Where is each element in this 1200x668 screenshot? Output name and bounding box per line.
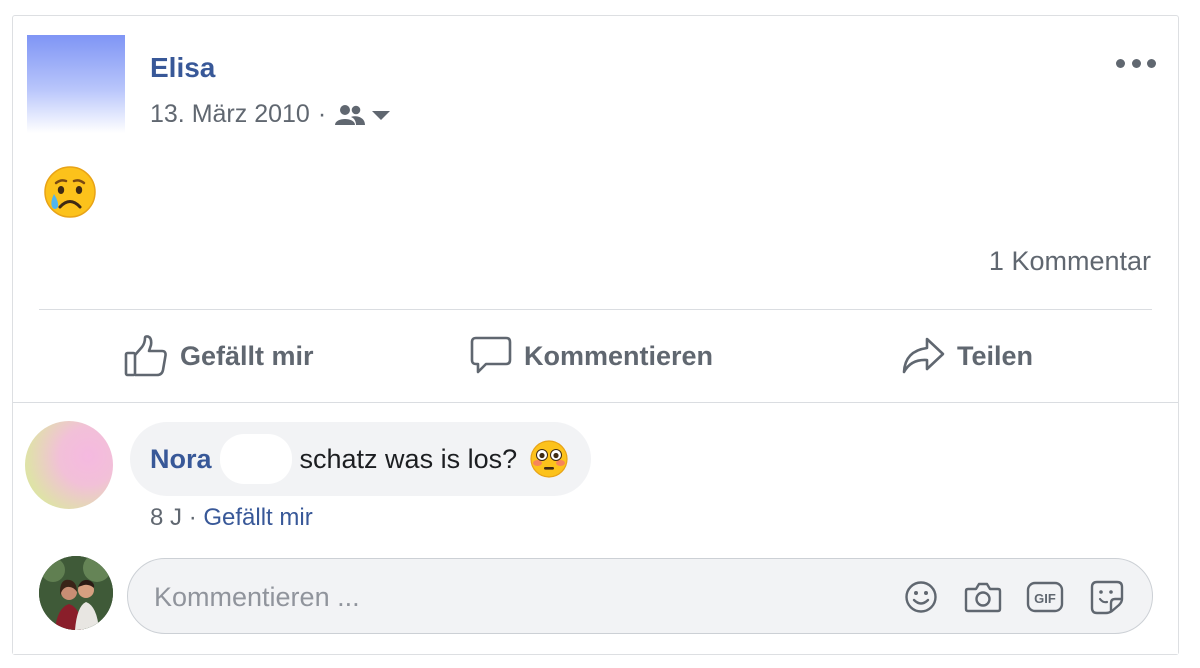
sticker-icon xyxy=(1090,580,1124,615)
gif-icon: GIF xyxy=(1026,581,1064,613)
commenter-avatar[interactable] xyxy=(25,421,113,509)
comment-bubble: Nora schatz was is los? xyxy=(130,422,592,496)
share-label: Teilen xyxy=(957,340,1034,371)
comment-composer: GIF xyxy=(127,558,1153,634)
flushed-face-icon xyxy=(530,440,568,478)
friends-icon xyxy=(335,104,366,125)
share-arrow-icon xyxy=(902,337,945,374)
comment-input[interactable] xyxy=(152,573,876,621)
chevron-down-icon xyxy=(372,110,391,120)
comments-section: Nora schatz was is los? 8 J · Gefällt mi… xyxy=(13,402,1178,654)
dot-icon xyxy=(1131,58,1141,68)
post-meta: 13. März 2010 · xyxy=(150,100,392,129)
meta-separator: · xyxy=(317,100,327,128)
emoji-button[interactable] xyxy=(902,578,940,616)
comment-label: Kommentieren xyxy=(524,340,714,371)
comment-meta: 8 J · Gefällt mir xyxy=(150,504,313,532)
profile-photo xyxy=(39,556,113,630)
post-card: Elisa 13. März 2010 · 1 Kommentar Gefäll… xyxy=(12,15,1179,655)
camera-icon xyxy=(964,582,1002,613)
thumbs-up-icon xyxy=(124,335,167,377)
gif-button[interactable]: GIF xyxy=(1026,578,1064,616)
audience-selector[interactable] xyxy=(334,104,392,126)
photo-button[interactable] xyxy=(964,578,1002,616)
comment-count[interactable]: 1 Kommentar xyxy=(989,246,1151,277)
post-body xyxy=(42,164,98,225)
author-name[interactable]: Elisa xyxy=(150,52,215,84)
comment-button[interactable]: Kommentieren xyxy=(470,334,713,378)
redacted-surname xyxy=(219,434,292,484)
comment-like-link[interactable]: Gefällt mir xyxy=(203,504,312,531)
dot-icon xyxy=(1116,58,1125,68)
post-date[interactable]: 13. März 2010 xyxy=(150,100,310,129)
dot-icon xyxy=(1147,58,1156,68)
speech-bubble-icon xyxy=(470,336,512,374)
divider xyxy=(39,309,1152,310)
like-label: Gefällt mir xyxy=(180,340,314,371)
current-user-avatar[interactable] xyxy=(39,556,113,630)
crying-face-icon xyxy=(44,166,96,218)
sticker-button[interactable] xyxy=(1088,578,1126,616)
comment-age[interactable]: 8 J xyxy=(150,504,182,531)
more-options-button[interactable] xyxy=(1116,53,1156,73)
svg-text:GIF: GIF xyxy=(1034,591,1056,606)
author-avatar[interactable] xyxy=(27,35,125,133)
like-button[interactable]: Gefällt mir xyxy=(124,334,314,378)
share-button[interactable]: Teilen xyxy=(901,334,1033,378)
emoji-icon xyxy=(905,581,937,613)
meta-separator: · xyxy=(188,504,197,531)
comment-text: schatz was is los? xyxy=(299,443,518,474)
comment-author[interactable]: Nora xyxy=(150,444,212,475)
